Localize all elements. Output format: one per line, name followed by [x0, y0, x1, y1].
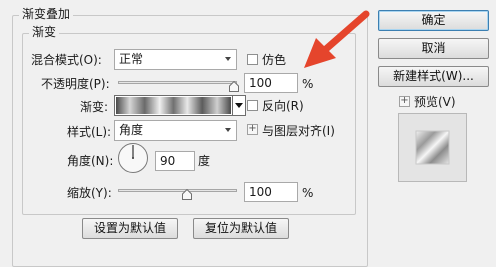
opacity-input[interactable]: 100	[244, 73, 298, 93]
opacity-unit: %	[302, 77, 314, 91]
group-title: 渐变	[29, 25, 60, 39]
scale-slider[interactable]	[118, 189, 237, 192]
angle-input[interactable]: 90	[155, 151, 195, 171]
chevron-down-icon	[225, 57, 231, 61]
preview-label: 预览(V)	[414, 95, 456, 109]
chevron-down-icon	[225, 128, 231, 132]
scale-input[interactable]: 100	[244, 182, 298, 202]
gradient-picker[interactable]	[114, 95, 233, 116]
angle-dial[interactable]	[117, 142, 149, 174]
blend-mode-value: 正常	[119, 52, 144, 66]
preview-panel	[398, 113, 467, 182]
make-default-button[interactable]: 设置为默认值	[82, 218, 178, 239]
align-with-layer-label: 与图层对齐(I)	[262, 124, 335, 138]
gradient-dropdown-button[interactable]	[232, 95, 246, 116]
opacity-slider-handle[interactable]	[229, 81, 239, 92]
gradient-swatch	[116, 97, 231, 114]
style-label: 样式(L):	[67, 125, 112, 139]
style-value: 角度	[119, 123, 144, 137]
chevron-down-icon	[235, 103, 243, 108]
scale-slider-handle[interactable]	[182, 189, 192, 200]
scale-unit: %	[302, 186, 314, 200]
gradient-label: 渐变:	[80, 100, 109, 114]
dither-label: 仿色	[262, 53, 287, 67]
style-select[interactable]: 角度	[114, 120, 237, 141]
scale-label: 缩放(Y):	[67, 186, 112, 200]
reverse-label: 反向(R)	[262, 99, 304, 113]
opacity-slider[interactable]	[118, 81, 237, 84]
arrow-icon	[304, 10, 370, 68]
reverse-checkbox[interactable]	[247, 100, 258, 111]
opacity-label: 不透明度(P):	[41, 77, 110, 91]
angle-label: 角度(N):	[67, 154, 114, 168]
preview-checkbox[interactable]: +	[399, 96, 410, 107]
align-with-layer-checkbox[interactable]: +	[247, 124, 258, 135]
preview-swatch	[415, 130, 450, 165]
reset-default-button[interactable]: 复位为默认值	[193, 218, 289, 239]
panel-title: 渐变叠加	[19, 7, 74, 21]
blend-mode-label: 混合模式(O):	[31, 53, 102, 67]
dither-checkbox[interactable]	[247, 54, 258, 65]
blend-mode-select[interactable]: 正常	[114, 49, 237, 70]
ok-button[interactable]: 确定	[378, 10, 489, 31]
new-style-button[interactable]: 新建样式(W)...	[378, 66, 489, 87]
cancel-button[interactable]: 取消	[378, 38, 489, 59]
angle-unit: 度	[198, 154, 211, 168]
